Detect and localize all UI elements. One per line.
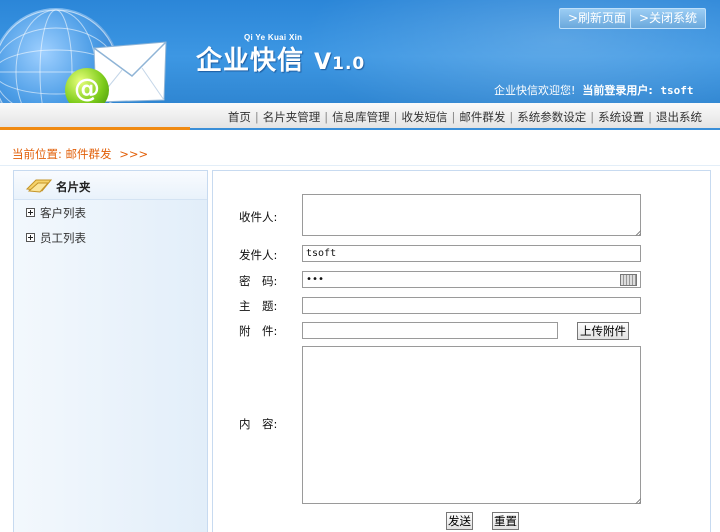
password-label: 密 码: — [239, 274, 278, 288]
expand-plus-icon[interactable] — [26, 233, 35, 242]
content-field[interactable] — [302, 346, 641, 504]
nav-separator: | — [254, 110, 259, 124]
main-nav-bar: 首页 | 名片夹管理 | 信息库管理 | 收发短信 | 邮件群发 | 系统参数设定 | 系统设置 | 退出系… — [0, 103, 720, 129]
sidebar-item-label: 员工列表 — [40, 231, 86, 245]
nav-item-info-library[interactable]: 信息库管理 — [332, 110, 390, 124]
card-folder-icon — [26, 179, 52, 193]
sidebar-item-staff[interactable]: 员工列表 — [26, 230, 86, 246]
sidebar-header: 名片夹 — [14, 171, 207, 200]
sidebar: 名片夹 客户列表 员工列表 — [13, 170, 208, 532]
brand-name: 企业快信 — [196, 46, 305, 76]
reset-button[interactable]: 重置 — [492, 512, 519, 530]
nav-separator: | — [648, 110, 652, 124]
nav-separator: | — [393, 110, 398, 124]
upload-attachment-button[interactable]: 上传附件 — [577, 322, 629, 340]
close-system-button[interactable]: >关闭系统 — [630, 8, 707, 29]
from-field[interactable] — [302, 245, 641, 262]
subject-label: 主 题: — [239, 299, 278, 313]
nav-separator: | — [590, 110, 595, 124]
breadcrumb-current: 邮件群发 — [65, 147, 112, 161]
nav-item-sms[interactable]: 收发短信 — [402, 110, 448, 124]
resize-grip-icon[interactable] — [635, 498, 641, 504]
attachment-field[interactable] — [302, 322, 558, 339]
breadcrumb: 当前位置: 邮件群发 >>> — [12, 146, 148, 162]
refresh-page-button[interactable]: >刷新页面 — [559, 8, 636, 29]
from-label: 发件人: — [239, 248, 278, 262]
welcome-bar: 企业快信欢迎您! 当前登录用户: tsoft — [494, 82, 693, 98]
nav-item-mass-mail[interactable]: 邮件群发 — [459, 110, 505, 124]
attachment-label: 附 件: — [239, 324, 278, 338]
breadcrumb-prefix: 当前位置: — [12, 147, 62, 161]
content-label: 内 容: — [239, 417, 278, 431]
nav-separator: | — [451, 110, 456, 124]
nav-accent-bar — [0, 127, 190, 130]
to-field[interactable] — [302, 194, 641, 236]
welcome-text: 企业快信欢迎您! — [494, 84, 576, 97]
brand-title: 企业快信 V1.0 — [196, 40, 365, 77]
current-user-label: 当前登录用户: — [582, 84, 653, 97]
main-nav: 首页 | 名片夹管理 | 信息库管理 | 收发短信 | 邮件群发 | 系统参数设定 | 系统设置 | 退出系… — [228, 109, 702, 125]
mail-form-panel: 收件人: 发件人: 密 码: ••• 主 题: 附 件: 上传附件 内 容: 发… — [212, 170, 711, 532]
nav-item-parameters[interactable]: 系统参数设定 — [517, 110, 586, 124]
nav-item-settings[interactable]: 系统设置 — [598, 110, 644, 124]
sidebar-title: 名片夹 — [56, 180, 91, 194]
send-button[interactable]: 发送 — [446, 512, 473, 530]
nav-separator: | — [509, 110, 514, 124]
nav-accent-line — [190, 128, 720, 130]
resize-grip-icon[interactable] — [635, 230, 641, 236]
nav-separator: | — [324, 110, 329, 124]
to-label: 收件人: — [239, 210, 278, 224]
nav-item-cards[interactable]: 名片夹管理 — [263, 110, 321, 124]
nav-item-logout[interactable]: 退出系统 — [656, 110, 702, 124]
app-header: @ Qi Ye Kuai Xin 企业快信 V1.0 >刷新页面 >关闭系统 企… — [0, 0, 720, 103]
divider — [0, 165, 720, 166]
current-user: tsoft — [660, 84, 694, 97]
sidebar-item-customers[interactable]: 客户列表 — [26, 205, 86, 221]
brand-version: V1.0 — [314, 50, 366, 75]
nav-item-home[interactable]: 首页 — [228, 110, 251, 124]
subject-field[interactable] — [302, 297, 641, 314]
keyboard-icon[interactable] — [620, 274, 637, 286]
sidebar-item-label: 客户列表 — [40, 206, 86, 220]
password-field[interactable]: ••• — [302, 271, 641, 288]
breadcrumb-arrows: >>> — [119, 147, 149, 161]
expand-plus-icon[interactable] — [26, 208, 35, 217]
